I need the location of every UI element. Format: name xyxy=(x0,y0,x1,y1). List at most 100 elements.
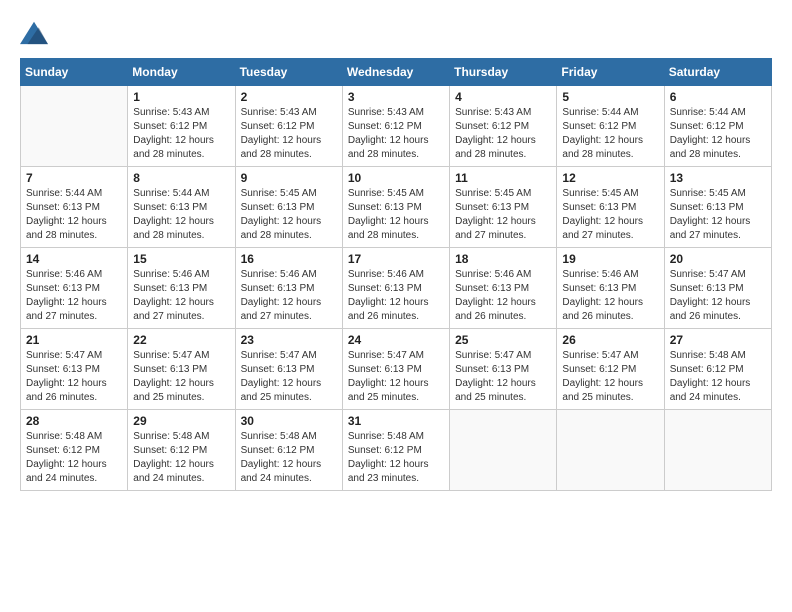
day-number: 25 xyxy=(455,333,551,347)
day-number: 29 xyxy=(133,414,229,428)
calendar-day-cell xyxy=(21,86,128,167)
calendar-day-cell: 26 Sunrise: 5:47 AM Sunset: 6:12 PM Dayli… xyxy=(557,329,664,410)
calendar-day-cell: 14Sunrise: 5:46 AM Sunset: 6:13 PM Dayli… xyxy=(21,248,128,329)
day-number: 18 xyxy=(455,252,551,266)
day-info: Sunrise: 5:47 AM Sunset: 6:13 PM Dayligh… xyxy=(455,349,551,405)
day-number: 12 xyxy=(562,171,658,185)
day-number: 5 xyxy=(562,90,658,104)
calendar-day-cell: 24 Sunrise: 5:47 AM Sunset: 6:13 PM Dayli… xyxy=(342,329,449,410)
day-info: Sunrise: 5:47 AM Sunset: 6:13 PM Dayligh… xyxy=(348,349,444,405)
day-number: 1 xyxy=(133,90,229,104)
calendar-day-cell: 28Sunrise: 5:48 AM Sunset: 6:12 PM Dayli… xyxy=(21,410,128,491)
day-number: 30 xyxy=(241,414,337,428)
weekday-header: Monday xyxy=(128,59,235,86)
calendar-day-cell: 25 Sunrise: 5:47 AM Sunset: 6:13 PM Dayli… xyxy=(450,329,557,410)
weekday-header: Thursday xyxy=(450,59,557,86)
day-number: 10 xyxy=(348,171,444,185)
calendar-day-cell: 22 Sunrise: 5:47 AM Sunset: 6:13 PM Dayli… xyxy=(128,329,235,410)
weekday-header: Tuesday xyxy=(235,59,342,86)
day-info: Sunrise: 5:46 AM Sunset: 6:13 PM Dayligh… xyxy=(133,268,229,324)
day-info: Sunrise: 5:45 AM Sunset: 6:13 PM Dayligh… xyxy=(455,187,551,243)
calendar-day-cell: 9Sunrise: 5:45 AM Sunset: 6:13 PM Daylig… xyxy=(235,167,342,248)
calendar-week-row: 21 Sunrise: 5:47 AM Sunset: 6:13 PM Dayli… xyxy=(21,329,772,410)
day-info: Sunrise: 5:44 AM Sunset: 6:12 PM Dayligh… xyxy=(562,106,658,162)
day-number: 19 xyxy=(562,252,658,266)
day-info: Sunrise: 5:44 AM Sunset: 6:12 PM Dayligh… xyxy=(670,106,766,162)
calendar-day-cell: 12Sunrise: 5:45 AM Sunset: 6:13 PM Dayli… xyxy=(557,167,664,248)
day-number: 23 xyxy=(241,333,337,347)
day-number: 21 xyxy=(26,333,122,347)
day-info: Sunrise: 5:46 AM Sunset: 6:13 PM Dayligh… xyxy=(348,268,444,324)
weekday-header: Saturday xyxy=(664,59,771,86)
calendar-day-cell: 5 Sunrise: 5:44 AM Sunset: 6:12 PM Daylig… xyxy=(557,86,664,167)
day-number: 22 xyxy=(133,333,229,347)
calendar-day-cell: 2Sunrise: 5:43 AM Sunset: 6:12 PM Daylig… xyxy=(235,86,342,167)
calendar-day-cell: 29 Sunrise: 5:48 AM Sunset: 6:12 PM Dayli… xyxy=(128,410,235,491)
calendar-day-cell: 30 Sunrise: 5:48 AM Sunset: 6:12 PM Dayli… xyxy=(235,410,342,491)
calendar-week-row: 1 Sunrise: 5:43 AM Sunset: 6:12 PM Daylig… xyxy=(21,86,772,167)
day-info: Sunrise: 5:46 AM Sunset: 6:13 PM Dayligh… xyxy=(455,268,551,324)
day-number: 11 xyxy=(455,171,551,185)
day-number: 4 xyxy=(455,90,551,104)
day-info: Sunrise: 5:45 AM Sunset: 6:13 PM Dayligh… xyxy=(348,187,444,243)
day-info: Sunrise: 5:48 AM Sunset: 6:12 PM Dayligh… xyxy=(670,349,766,405)
day-info: Sunrise: 5:47 AM Sunset: 6:12 PM Dayligh… xyxy=(562,349,658,405)
calendar-day-cell: 20 Sunrise: 5:47 AM Sunset: 6:13 PM Dayli… xyxy=(664,248,771,329)
calendar-day-cell: 17 Sunrise: 5:46 AM Sunset: 6:13 PM Dayli… xyxy=(342,248,449,329)
day-number: 13 xyxy=(670,171,766,185)
calendar-day-cell: 8Sunrise: 5:44 AM Sunset: 6:13 PM Daylig… xyxy=(128,167,235,248)
day-info: Sunrise: 5:47 AM Sunset: 6:13 PM Dayligh… xyxy=(133,349,229,405)
day-number: 27 xyxy=(670,333,766,347)
weekday-header: Friday xyxy=(557,59,664,86)
calendar-day-cell xyxy=(450,410,557,491)
day-number: 14 xyxy=(26,252,122,266)
calendar-week-row: 14 Sunrise: 5:46 AM Sunset: 6:13 PM Dayli… xyxy=(21,248,772,329)
calendar-day-cell: 23 Sunrise: 5:47 AM Sunset: 6:13 PM Dayli… xyxy=(235,329,342,410)
calendar-day-cell: 16 Sunrise: 5:46 AM Sunset: 6:13 PM Dayli… xyxy=(235,248,342,329)
calendar-day-cell: 18 Sunrise: 5:46 AM Sunset: 6:13 PM Dayli… xyxy=(450,248,557,329)
day-info: Sunrise: 5:47 AM Sunset: 6:13 PM Dayligh… xyxy=(670,268,766,324)
day-number: 16 xyxy=(241,252,337,266)
day-number: 8 xyxy=(133,171,229,185)
calendar-day-cell xyxy=(664,410,771,491)
day-number: 15 xyxy=(133,252,229,266)
day-number: 7 xyxy=(26,171,122,185)
day-info: Sunrise: 5:46 AM Sunset: 6:13 PM Dayligh… xyxy=(241,268,337,324)
day-info: Sunrise: 5:44 AM Sunset: 6:13 PM Dayligh… xyxy=(26,187,122,243)
calendar-day-cell: 15 Sunrise: 5:46 AM Sunset: 6:13 PM Dayli… xyxy=(128,248,235,329)
day-number: 26 xyxy=(562,333,658,347)
day-info: Sunrise: 5:47 AM Sunset: 6:13 PM Dayligh… xyxy=(241,349,337,405)
page-header xyxy=(20,20,772,48)
calendar-day-cell: 3Sunrise: 5:43 AM Sunset: 6:12 PM Daylig… xyxy=(342,86,449,167)
calendar-week-row: 28 Sunrise: 5:48 AM Sunset: 6:12 PM Dayli… xyxy=(21,410,772,491)
day-info: Sunrise: 5:43 AM Sunset: 6:12 PM Dayligh… xyxy=(133,106,229,162)
day-info: Sunrise: 5:48 AM Sunset: 6:12 PM Dayligh… xyxy=(348,430,444,486)
calendar-day-cell: 27 Sunrise: 5:48 AM Sunset: 6:12 PM Dayli… xyxy=(664,329,771,410)
calendar-header-row: SundayMondayTuesdayWednesdayThursdayFrid… xyxy=(21,59,772,86)
calendar-day-cell: 11 Sunrise: 5:45 AM Sunset: 6:13 PM Dayli… xyxy=(450,167,557,248)
day-number: 28 xyxy=(26,414,122,428)
day-number: 20 xyxy=(670,252,766,266)
calendar-day-cell xyxy=(557,410,664,491)
calendar-day-cell: 21Sunrise: 5:47 AM Sunset: 6:13 PM Dayli… xyxy=(21,329,128,410)
calendar-table: SundayMondayTuesdayWednesdayThursdayFrid… xyxy=(20,58,772,491)
calendar-day-cell: 7 Sunrise: 5:44 AM Sunset: 6:13 PM Daylig… xyxy=(21,167,128,248)
calendar-day-cell: 13 Sunrise: 5:45 AM Sunset: 6:13 PM Dayli… xyxy=(664,167,771,248)
logo-icon xyxy=(20,18,48,46)
day-number: 31 xyxy=(348,414,444,428)
calendar-day-cell: 19 Sunrise: 5:46 AM Sunset: 6:13 PM Dayli… xyxy=(557,248,664,329)
logo xyxy=(20,20,52,48)
weekday-header: Wednesday xyxy=(342,59,449,86)
day-number: 3 xyxy=(348,90,444,104)
day-number: 17 xyxy=(348,252,444,266)
day-info: Sunrise: 5:48 AM Sunset: 6:12 PM Dayligh… xyxy=(241,430,337,486)
day-info: Sunrise: 5:45 AM Sunset: 6:13 PM Dayligh… xyxy=(670,187,766,243)
calendar-week-row: 7 Sunrise: 5:44 AM Sunset: 6:13 PM Daylig… xyxy=(21,167,772,248)
day-info: Sunrise: 5:45 AM Sunset: 6:13 PM Dayligh… xyxy=(241,187,337,243)
calendar-day-cell: 31 Sunrise: 5:48 AM Sunset: 6:12 PM Dayli… xyxy=(342,410,449,491)
weekday-header: Sunday xyxy=(21,59,128,86)
day-info: Sunrise: 5:46 AM Sunset: 6:13 PM Dayligh… xyxy=(562,268,658,324)
day-number: 24 xyxy=(348,333,444,347)
calendar-day-cell: 10 Sunrise: 5:45 AM Sunset: 6:13 PM Dayli… xyxy=(342,167,449,248)
day-info: Sunrise: 5:48 AM Sunset: 6:12 PM Dayligh… xyxy=(133,430,229,486)
